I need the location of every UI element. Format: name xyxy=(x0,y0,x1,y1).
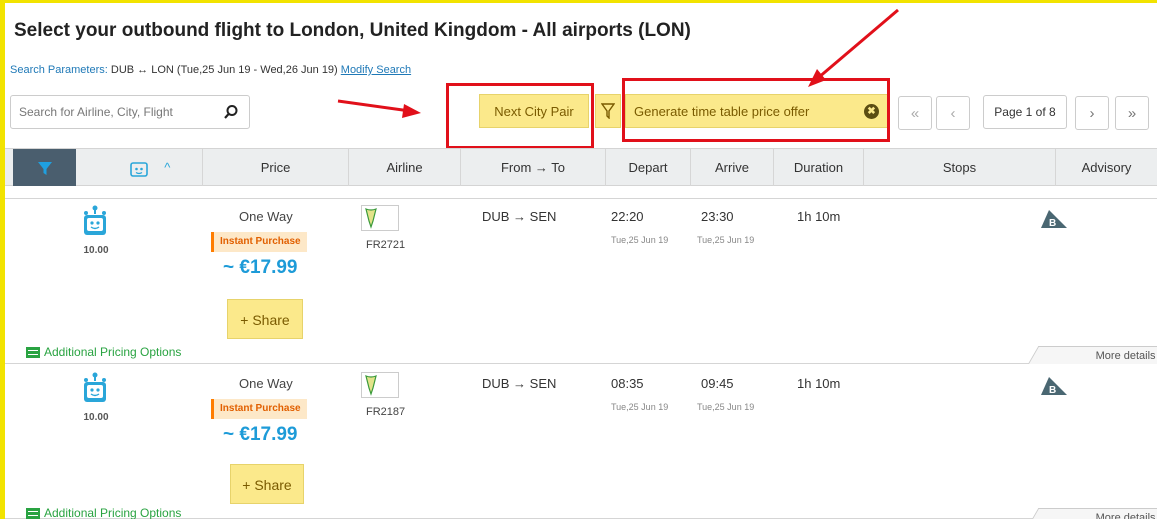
last-page-button[interactable]: » xyxy=(1115,96,1149,130)
additional-pricing-options-link[interactable]: Additional Pricing Options xyxy=(26,506,181,519)
advisory-tail-icon[interactable]: B xyxy=(1039,375,1069,397)
filter-icon xyxy=(601,103,615,119)
search-parameters: Search Parameters: DUB ↔ LON (Tue,25 Jun… xyxy=(10,64,411,76)
additional-pricing-options-link[interactable]: Additional Pricing Options xyxy=(26,345,181,359)
route: DUB → SEN xyxy=(482,209,557,224)
more-details-label: More details xyxy=(1095,512,1156,519)
more-details-tab[interactable]: More details xyxy=(1028,346,1157,364)
bot-score-icon xyxy=(84,205,106,235)
fare-type: One Way xyxy=(239,376,293,391)
bot-icon xyxy=(129,161,148,177)
advisory-header[interactable]: Advisory xyxy=(1055,149,1157,186)
duration: 1h 10m xyxy=(797,376,841,391)
filter-button[interactable] xyxy=(595,94,621,128)
price-header[interactable]: Price xyxy=(202,149,348,186)
generate-price-offer-button[interactable]: Generate time table price offer ✖ xyxy=(625,94,888,128)
additional-pricing-label: Additional Pricing Options xyxy=(44,506,182,519)
route: DUB → SEN xyxy=(482,376,557,391)
more-details-label: More details xyxy=(1095,350,1156,362)
airline-logo xyxy=(361,372,399,398)
instant-purchase-badge: Instant Purchase xyxy=(211,399,307,419)
page-title: Select your outbound flight to London, U… xyxy=(14,20,691,41)
flight-row: 10.00 One Way Instant Purchase ~ €17.99 … xyxy=(5,366,1157,519)
depart-header[interactable]: Depart xyxy=(605,149,690,186)
arrive-time: 23:30 xyxy=(701,209,734,224)
flight-number: FR2187 xyxy=(366,406,406,418)
arrive-header[interactable]: Arrive xyxy=(690,149,773,186)
bot-score: 10.00 xyxy=(83,412,109,423)
sort-caret-icon: ^ xyxy=(164,160,171,175)
additional-pricing-label: Additional Pricing Options xyxy=(44,345,182,359)
bot-sort-header[interactable]: ^ xyxy=(97,149,202,186)
svg-text:B: B xyxy=(1049,218,1056,229)
price: ~ €17.99 xyxy=(223,424,298,445)
duration: 1h 10m xyxy=(797,209,841,224)
flight-number: FR2721 xyxy=(366,239,406,251)
search-box xyxy=(10,95,250,129)
bot-score: 10.00 xyxy=(83,245,109,256)
previous-page-button[interactable]: ‹ xyxy=(936,96,970,130)
page-indicator: Page 1 of 8 xyxy=(983,95,1067,129)
price: ~ €17.99 xyxy=(223,257,298,278)
list-icon xyxy=(26,346,40,358)
fare-type: One Way xyxy=(239,209,293,224)
share-button[interactable]: + Share xyxy=(230,464,304,504)
search-icon[interactable] xyxy=(223,104,239,120)
first-page-button[interactable]: « xyxy=(898,96,932,130)
duration-header[interactable]: Duration xyxy=(773,149,863,186)
airline-logo xyxy=(361,205,399,231)
filter-icon xyxy=(37,161,52,175)
search-input[interactable] xyxy=(19,105,209,119)
column-filter-button[interactable] xyxy=(13,149,76,186)
svg-text:B: B xyxy=(1049,385,1056,396)
arrive-date: Tue,25 Jun 19 xyxy=(697,235,755,245)
harp-logo-icon xyxy=(365,208,377,229)
from-to-header[interactable]: From → To xyxy=(460,149,605,186)
depart-date: Tue,25 Jun 19 xyxy=(611,235,669,245)
instant-purchase-badge: Instant Purchase xyxy=(211,232,307,252)
depart-date: Tue,25 Jun 19 xyxy=(611,402,669,412)
harp-logo-icon xyxy=(365,375,377,396)
generate-price-offer-label: Generate time table price offer xyxy=(634,103,810,119)
next-city-pair-button[interactable]: Next City Pair xyxy=(479,94,589,128)
depart-time: 22:20 xyxy=(611,209,644,224)
bot-score-icon xyxy=(84,372,106,402)
arrive-time: 09:45 xyxy=(701,376,734,391)
arrive-date: Tue,25 Jun 19 xyxy=(697,402,755,412)
results-table-header: ^ Price Airline From → To Depart Arrive … xyxy=(5,148,1157,186)
advisory-tail-icon[interactable]: B xyxy=(1039,208,1069,230)
search-params-label: Search Parameters: xyxy=(10,64,108,76)
close-icon[interactable]: ✖ xyxy=(864,104,879,119)
search-params-value: DUB ↔ LON (Tue,25 Jun 19 - Wed,26 Jun 19… xyxy=(110,64,338,76)
stops-header[interactable]: Stops xyxy=(863,149,1055,186)
list-icon xyxy=(26,507,40,519)
modify-search-link[interactable]: Modify Search xyxy=(341,64,411,76)
next-page-button[interactable]: › xyxy=(1075,96,1109,130)
more-details-tab[interactable]: More details xyxy=(1028,508,1157,519)
share-button[interactable]: + Share xyxy=(227,299,303,339)
flight-row: 10.00 One Way Instant Purchase ~ €17.99 … xyxy=(5,198,1157,364)
airline-header[interactable]: Airline xyxy=(348,149,460,186)
depart-time: 08:35 xyxy=(611,376,644,391)
